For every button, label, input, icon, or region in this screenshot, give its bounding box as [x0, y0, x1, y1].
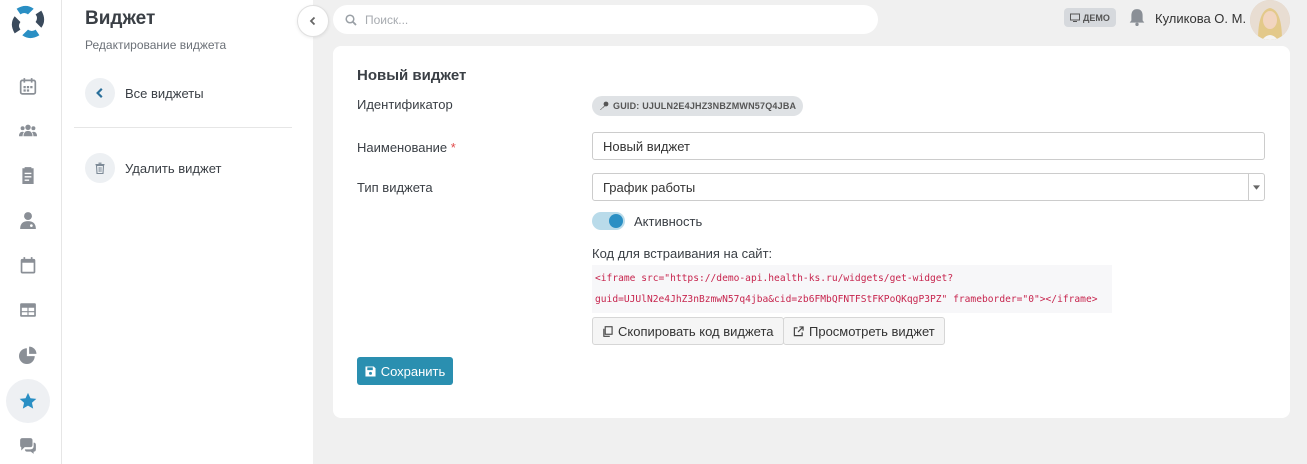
rail-clipboard[interactable]: [6, 153, 50, 197]
search-input[interactable]: [365, 12, 845, 27]
embed-code-line-2: guid=UJUlN2e4JhZ3nBzmwN57q4jba&cid=zb6FM…: [595, 294, 1098, 305]
widget-type-select[interactable]: График работы: [592, 173, 1265, 201]
trash-icon: [95, 162, 105, 174]
rail-doctors[interactable]: [6, 198, 50, 242]
required-marker: *: [450, 140, 456, 155]
search-bar: [333, 5, 878, 34]
doctor-icon: [20, 212, 36, 229]
monitor-icon: [1070, 13, 1080, 22]
rail-users[interactable]: [6, 108, 50, 152]
active-toggle[interactable]: [592, 212, 625, 230]
type-label: Тип виджета: [357, 180, 433, 195]
widget-type-value: График работы: [603, 179, 696, 195]
user-name[interactable]: Куликова О. М.: [1155, 11, 1246, 26]
delete-circle: [85, 153, 115, 183]
avatar[interactable]: [1250, 0, 1290, 40]
star-icon: [19, 392, 37, 409]
search-icon: [345, 13, 357, 26]
rail-calendar[interactable]: [6, 64, 50, 108]
name-label-text: Наименование: [357, 140, 448, 155]
rail-table[interactable]: [6, 288, 50, 332]
id-label: Идентификатор: [357, 97, 453, 112]
all-widgets-link[interactable]: Все виджеты: [85, 78, 204, 108]
form-title: Новый виджет: [357, 67, 467, 84]
icon-rail: [0, 0, 62, 464]
rail-schedule[interactable]: [6, 243, 50, 287]
chevron-left-icon: [309, 16, 316, 26]
bell-icon[interactable]: [1128, 8, 1146, 26]
embed-code[interactable]: <iframe src="https://demo-api.health-ks.…: [592, 265, 1112, 313]
all-widgets-label: Все виджеты: [125, 85, 204, 101]
guid-badge: GUID: UJULN2E4JHZ3NBZMWN57Q4JBA: [592, 96, 804, 116]
widget-form-card: Новый виджет Идентификатор GUID: UJULN2E…: [333, 46, 1290, 418]
delete-widget-label: Удалить виджет: [125, 160, 222, 176]
name-label: Наименование *: [357, 140, 456, 155]
table-icon: [20, 303, 36, 317]
chevron-left-icon: [96, 88, 103, 98]
users-icon: [19, 124, 37, 137]
copy-code-button[interactable]: Скопировать код виджета: [592, 317, 784, 345]
preview-widget-button[interactable]: Просмотреть виджет: [783, 317, 945, 345]
demo-badge: ДЕМО: [1064, 8, 1116, 27]
app-logo[interactable]: [9, 3, 47, 41]
name-input-value: Новый виджет: [603, 138, 690, 154]
panel-divider: [74, 127, 292, 128]
calendar-day-icon: [20, 257, 36, 274]
embed-code-line-1: <iframe src="https://demo-api.health-ks.…: [595, 273, 954, 284]
copy-code-label: Скопировать код виджета: [618, 323, 774, 339]
calendar-icon: [19, 78, 37, 95]
rail-reports[interactable]: [6, 333, 50, 377]
widget-panel: Виджет Редактирование виджета Все виджет…: [62, 0, 313, 464]
save-button[interactable]: Сохранить: [357, 357, 453, 385]
back-circle: [85, 78, 115, 108]
active-label: Активность: [634, 213, 703, 229]
pie-chart-icon: [19, 346, 37, 364]
select-arrow: [1248, 174, 1264, 200]
preview-widget-label: Просмотреть виджет: [809, 323, 935, 339]
chat-icon: [20, 438, 36, 454]
delete-widget-link[interactable]: Удалить виджет: [85, 153, 221, 183]
demo-badge-label: ДЕМО: [1083, 12, 1110, 23]
caret-down-icon: [1253, 184, 1260, 190]
clipboard-icon: [22, 167, 34, 184]
copy-icon: [603, 325, 613, 337]
rail-chat[interactable]: [6, 424, 50, 464]
active-toggle-row: Активность: [592, 212, 702, 230]
floppy-disk-icon: [365, 365, 376, 377]
embed-code-label: Код для встраивания на сайт:: [592, 246, 773, 261]
panel-title: Виджет: [85, 8, 156, 29]
avatar-image: [1250, 0, 1290, 40]
save-label: Сохранить: [380, 363, 446, 379]
collapse-panel-button[interactable]: [297, 5, 329, 37]
external-link-icon: [793, 325, 804, 336]
key-icon: [600, 101, 609, 110]
name-input[interactable]: Новый виджет: [592, 132, 1265, 160]
panel-subtitle: Редактирование виджета: [85, 38, 227, 52]
guid-value: GUID: UJULN2E4JHZ3NBZMWN57Q4JBA: [613, 101, 797, 111]
rail-widgets[interactable]: [6, 379, 50, 423]
